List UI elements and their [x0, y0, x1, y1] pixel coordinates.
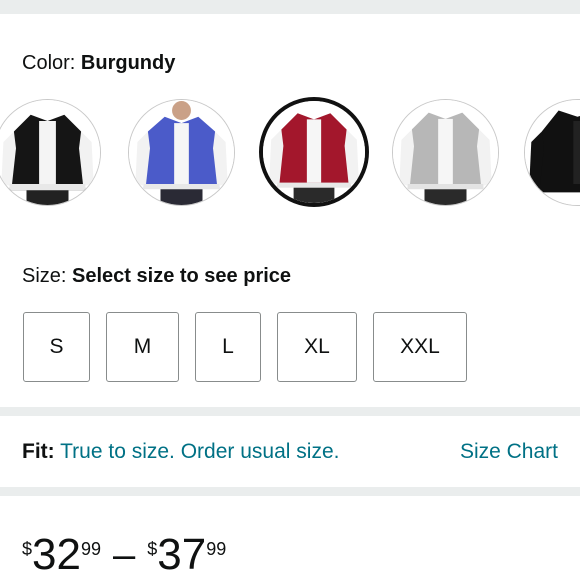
price-low-whole: 32 [32, 530, 81, 579]
top-divider [0, 0, 580, 20]
size-chart-link[interactable]: Size Chart [460, 440, 558, 464]
swatch-black-hooded[interactable] [524, 99, 580, 206]
size-selection-label: Size: Select size to see price [22, 265, 291, 288]
price-range: $ 32 99 – $ 37 99 [22, 530, 234, 579]
jacket-black-image [0, 100, 100, 205]
size-options: S M L XL XXL [0, 312, 580, 382]
size-prompt: Select size to see price [72, 265, 292, 287]
price-high-fraction: 99 [206, 539, 227, 559]
jacket-gray-image [393, 100, 498, 205]
size-button-xl[interactable]: XL [277, 312, 357, 382]
fit-text: True to size. Order usual size. [60, 440, 340, 463]
size-label: Size: [22, 265, 67, 287]
price-high-whole: 37 [157, 530, 207, 579]
swatch-black[interactable] [0, 99, 101, 206]
price-low-fraction: 99 [80, 539, 101, 559]
fit-label: Fit: [22, 440, 55, 463]
swatch-blue[interactable] [128, 99, 235, 206]
section-divider [0, 407, 580, 416]
color-swatch-row [0, 97, 580, 212]
price-low-currency: $ [22, 539, 33, 559]
size-button-l[interactable]: L [195, 312, 261, 382]
size-button-m[interactable]: M [106, 312, 179, 382]
price-high-currency: $ [147, 539, 158, 559]
jacket-black-hooded-image [525, 100, 580, 205]
color-label: Color: [22, 52, 76, 74]
price-separator: – [113, 533, 136, 577]
fit-info: Fit: True to size. Order usual size. [22, 440, 339, 464]
section-divider-2 [0, 487, 580, 496]
size-button-xxl[interactable]: XXL [373, 312, 467, 382]
jacket-blue-image [129, 100, 234, 205]
swatch-burgundy[interactable] [259, 97, 369, 207]
swatch-gray[interactable] [392, 99, 499, 206]
jacket-burgundy-image [263, 101, 365, 203]
size-button-s[interactable]: S [23, 312, 90, 382]
color-selection-label: Color: Burgundy [22, 52, 175, 75]
selected-color-value: Burgundy [80, 52, 176, 74]
